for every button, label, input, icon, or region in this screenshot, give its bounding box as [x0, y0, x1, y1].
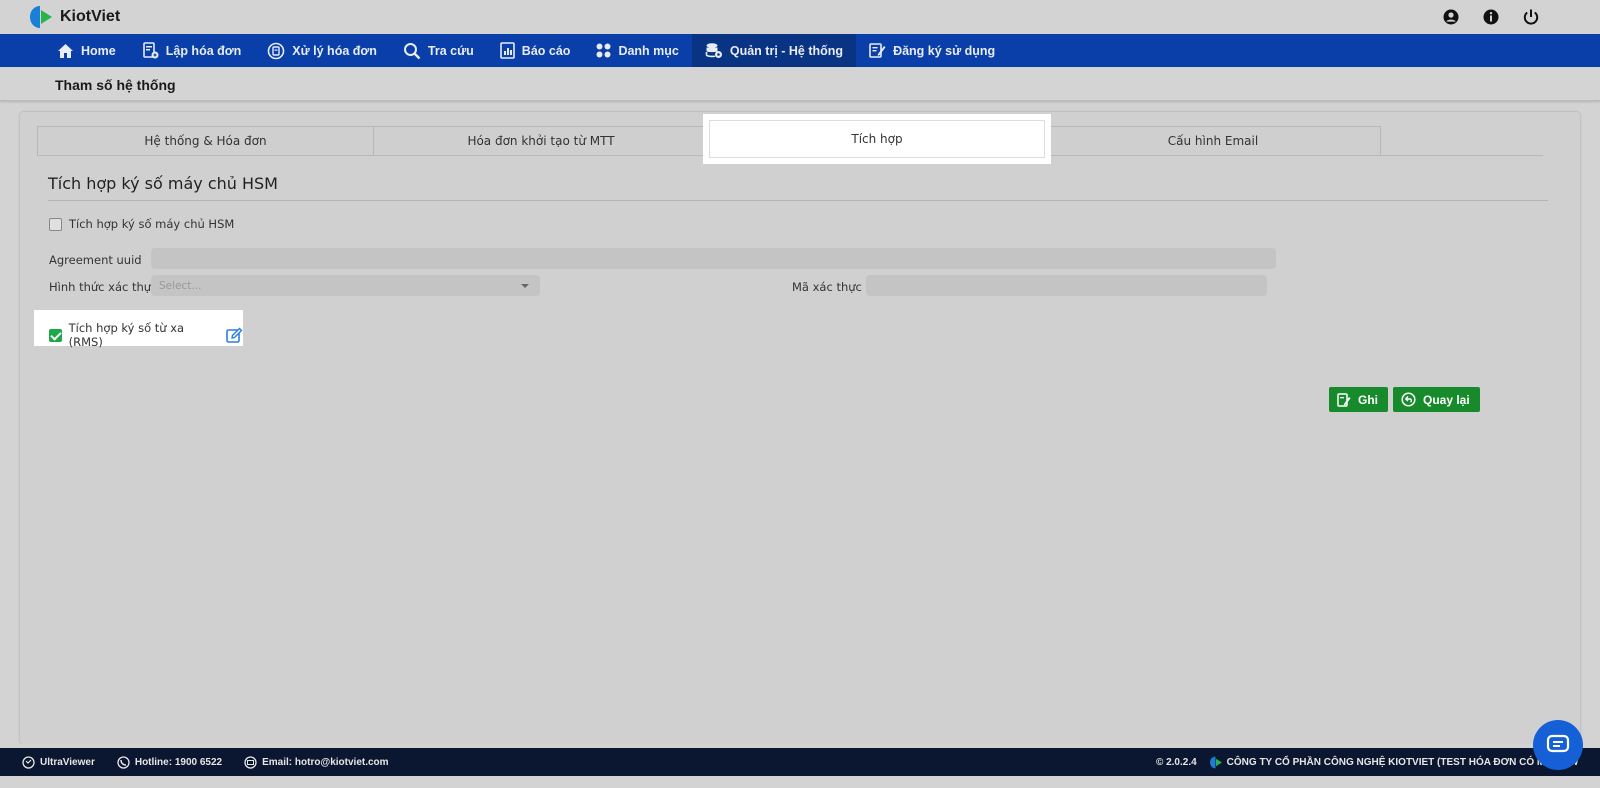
home-icon: [58, 43, 73, 58]
hotline-link[interactable]: Hotline: 1900 6522: [117, 755, 223, 769]
auth-code-input[interactable]: [866, 275, 1267, 296]
page-header: Tham số hệ thống: [0, 67, 1600, 101]
app-logo[interactable]: KiotViet: [28, 5, 120, 29]
email-label: Email: hotro@kiotviet.com: [262, 756, 389, 768]
tab-system-invoice[interactable]: Hệ thống & Hóa đơn: [37, 126, 374, 155]
email-icon: [244, 755, 257, 769]
admin-icon: [705, 43, 722, 58]
hsm-checkbox[interactable]: [49, 217, 62, 231]
back-arrow-icon: [1401, 392, 1416, 407]
hsm-checkbox-label: Tích hợp ký số máy chủ HSM: [69, 217, 235, 231]
tab-label: Hóa đơn khởi tạo từ MTT: [467, 134, 615, 148]
footer: UltraViewer Hotline: 1900 6522 Email: ho…: [0, 744, 1600, 788]
kiotviet-small-logo-icon: [1209, 756, 1222, 768]
tab-label: Cấu hình Email: [1167, 134, 1259, 148]
auth-method-label: Hình thức xác thực: [49, 280, 158, 294]
hotline-label: Hotline: 1900 6522: [134, 756, 223, 768]
nav-label: Đăng ký sử dụng: [893, 43, 996, 58]
nav-item-create-invoice[interactable]: Lập hóa đơn: [129, 34, 255, 67]
section-title: Tích hợp ký số máy chủ HSM: [48, 174, 278, 193]
search-icon: [403, 42, 421, 59]
rms-checkbox-row[interactable]: Tích hợp ký số từ xa (RMS): [49, 321, 243, 349]
ultraviewer-link[interactable]: UltraViewer: [22, 755, 95, 769]
agreement-uuid-input[interactable]: [151, 248, 1276, 269]
main-nav: Home Lập hóa đơn Xử lý hóa đơn Tra cứu B…: [0, 34, 1600, 67]
nav-item-reports[interactable]: Báo cáo: [487, 34, 584, 67]
nav-item-register[interactable]: Đăng ký sử dụng: [856, 34, 1008, 67]
nav-label: Tra cứu: [427, 43, 474, 58]
nav-label: Quản trị - Hệ thống: [729, 43, 844, 58]
info-icon[interactable]: [1482, 8, 1500, 26]
email-link[interactable]: Email: hotro@kiotviet.com: [244, 755, 389, 769]
rms-highlight: Tích hợp ký số từ xa (RMS): [34, 310, 243, 349]
auth-method-placeholder: Select...: [159, 280, 202, 292]
page-title: Tham số hệ thống: [55, 77, 176, 93]
ultraviewer-label: UltraViewer: [40, 756, 95, 768]
back-button[interactable]: Quay lại: [1393, 387, 1480, 412]
nav-item-process-invoice[interactable]: Xử lý hóa đơn: [254, 34, 390, 67]
save-button[interactable]: Ghi: [1329, 387, 1388, 412]
settings-card: Hệ thống & Hóa đơn Hóa đơn khởi tạo từ M…: [20, 112, 1580, 744]
save-edit-icon: [1337, 392, 1351, 407]
nav-label: Danh mục: [618, 43, 679, 58]
nav-label: Home: [81, 43, 116, 58]
section-divider: [48, 200, 1548, 201]
settings-tabs: Hệ thống & Hóa đơn Hóa đơn khởi tạo từ M…: [37, 120, 1543, 158]
agreement-uuid-label: Agreement uuid: [49, 253, 142, 267]
tab-mtt-invoice[interactable]: Hóa đơn khởi tạo từ MTT: [373, 126, 709, 155]
rms-checkbox-label: Tích hợp ký số từ xa (RMS): [68, 321, 185, 349]
invoice-create-icon: [142, 42, 159, 59]
register-icon: [869, 43, 886, 58]
chevron-down-icon: [521, 284, 529, 288]
nav-item-catalog[interactable]: Danh mục: [583, 34, 691, 67]
power-logout-icon[interactable]: [1522, 8, 1540, 26]
nav-item-admin-system[interactable]: Quản trị - Hệ thống: [691, 34, 857, 67]
nav-label: Xử lý hóa đơn: [292, 43, 377, 58]
chat-support-button[interactable]: [1533, 720, 1583, 770]
nav-item-home[interactable]: Home: [44, 34, 129, 67]
nav-label: Lập hóa đơn: [165, 43, 242, 58]
nav-label: Báo cáo: [521, 43, 571, 58]
phone-icon: [117, 755, 130, 769]
back-button-label: Quay lại: [1423, 392, 1470, 407]
auth-method-select[interactable]: Select...: [151, 275, 540, 296]
category-icon: [596, 43, 611, 58]
app-name: KiotViet: [60, 8, 121, 25]
report-icon: [499, 42, 515, 59]
top-bar: KiotViet: [0, 0, 1600, 34]
invoice-process-icon: [267, 42, 285, 59]
tab-email-config[interactable]: Cấu hình Email: [1045, 126, 1381, 155]
hsm-checkbox-row[interactable]: Tích hợp ký số máy chủ HSM: [49, 217, 234, 231]
tab-label: Tích hợp: [851, 132, 903, 146]
nav-item-lookup[interactable]: Tra cứu: [390, 34, 487, 67]
ultraviewer-icon: [22, 755, 35, 769]
save-button-label: Ghi: [1358, 392, 1378, 407]
kiotviet-logo-icon: [28, 5, 54, 29]
chat-icon: [1546, 734, 1570, 753]
auth-code-label: Mã xác thực: [792, 280, 862, 294]
tab-label: Hệ thống & Hóa đơn: [144, 134, 267, 148]
user-account-icon[interactable]: [1442, 8, 1460, 26]
company-label: CÔNG TY CỔ PHẦN CÔNG NGHỆ KIOTVIET (TEST…: [1226, 756, 1578, 768]
tab-integration[interactable]: Tích hợp: [709, 120, 1045, 158]
version-label: © 2.0.2.4: [1155, 756, 1197, 768]
rms-checkbox[interactable]: [49, 328, 62, 342]
edit-icon[interactable]: [226, 327, 243, 344]
